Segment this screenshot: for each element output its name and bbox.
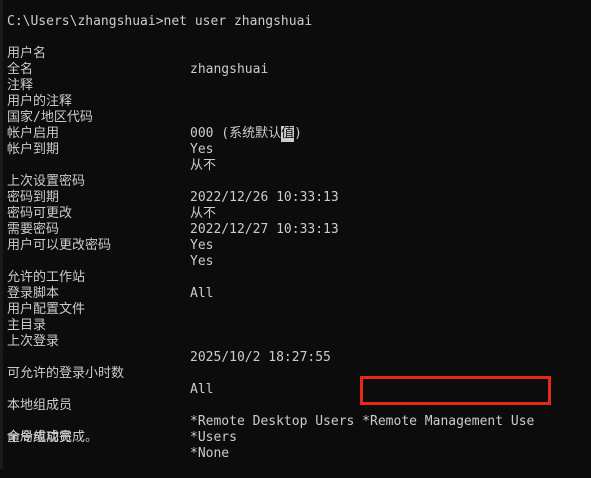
row-account-active: 帐户启用 Yes [7, 110, 213, 157]
row-value: 2025/10/2 18:27:55 [190, 350, 331, 365]
row-label: 帐户到期 [7, 142, 60, 157]
row-value: 2022/12/27 10:33:13 [190, 222, 339, 237]
row-value: Yes [190, 142, 214, 157]
row-user-comment: 用户的注释 [7, 78, 72, 109]
row-password-expires: 密码到期 从不 [7, 174, 216, 221]
completion-message: 命令成功完成。 [7, 430, 99, 445]
highlight-box [360, 376, 551, 405]
row-user-may-change-password: 用户可以更改密码 Yes [7, 222, 213, 269]
row-label: 上次登录 [7, 334, 60, 349]
row-account-expires: 帐户到期 从不 [7, 126, 216, 173]
terminal-window[interactable]: C:\Users\zhangshuai>net user zhangshuai … [0, 0, 591, 469]
row-value-text: 000 (系统默认 [190, 126, 282, 141]
command-line: C:\Users\zhangshuai>net user zhangshuai [7, 14, 313, 29]
row-last-logon: 上次登录 2025/10/2 18:27:55 [7, 318, 331, 365]
row-value: 从不 [190, 206, 217, 221]
text-cursor: 值 [281, 126, 295, 142]
row-logon-hours: 可允许的登录小时数 All [7, 350, 213, 397]
row-username: 用户名 zhangshuai [7, 30, 268, 77]
row-value-tail: ) [294, 126, 302, 141]
row-logon-script: 登录脚本 [7, 270, 59, 301]
row-password-required: 需要密码 Yes [7, 206, 213, 253]
row-local-groups: 本地组成员 *Remote Desktop Users *Remote Mana… [7, 382, 534, 429]
row-value: 000 (系统默认值) [190, 126, 302, 142]
row-value: *Users [190, 430, 237, 445]
row-value: All [190, 382, 214, 397]
row-country-code: 国家/地区代码 000 (系统默认值) [7, 94, 302, 142]
row-value: 从不 [190, 158, 217, 173]
row-value: Yes [190, 238, 214, 253]
row-value: zhangshuai [190, 62, 269, 77]
row-value: Yes [190, 254, 214, 269]
row-comment: 注释 [7, 62, 38, 93]
row-value: All [190, 286, 214, 301]
row-user-profile: 用户配置文件 [7, 286, 85, 317]
row-value: *Remote Desktop Users *Remote Management… [190, 414, 535, 429]
row-password-changeable: 密码可更改 2022/12/27 10:33:13 [7, 190, 339, 237]
row-label: 可允许的登录小时数 [7, 366, 125, 381]
window-edge [0, 0, 3, 469]
row-fullname: 全名 [7, 46, 38, 77]
row-local-groups-cont: *Users [7, 398, 237, 445]
row-global-groups: 全局组成员 *None [7, 414, 229, 461]
row-home-directory: 主目录 [7, 302, 46, 333]
row-workstations: 允许的工作站 All [7, 254, 213, 301]
row-value: 2022/12/26 10:33:13 [190, 190, 339, 205]
row-label: 用户可以更改密码 [7, 238, 112, 253]
row-value: *None [190, 446, 230, 461]
row-password-last-set: 上次设置密码 2022/12/26 10:33:13 [7, 158, 339, 205]
